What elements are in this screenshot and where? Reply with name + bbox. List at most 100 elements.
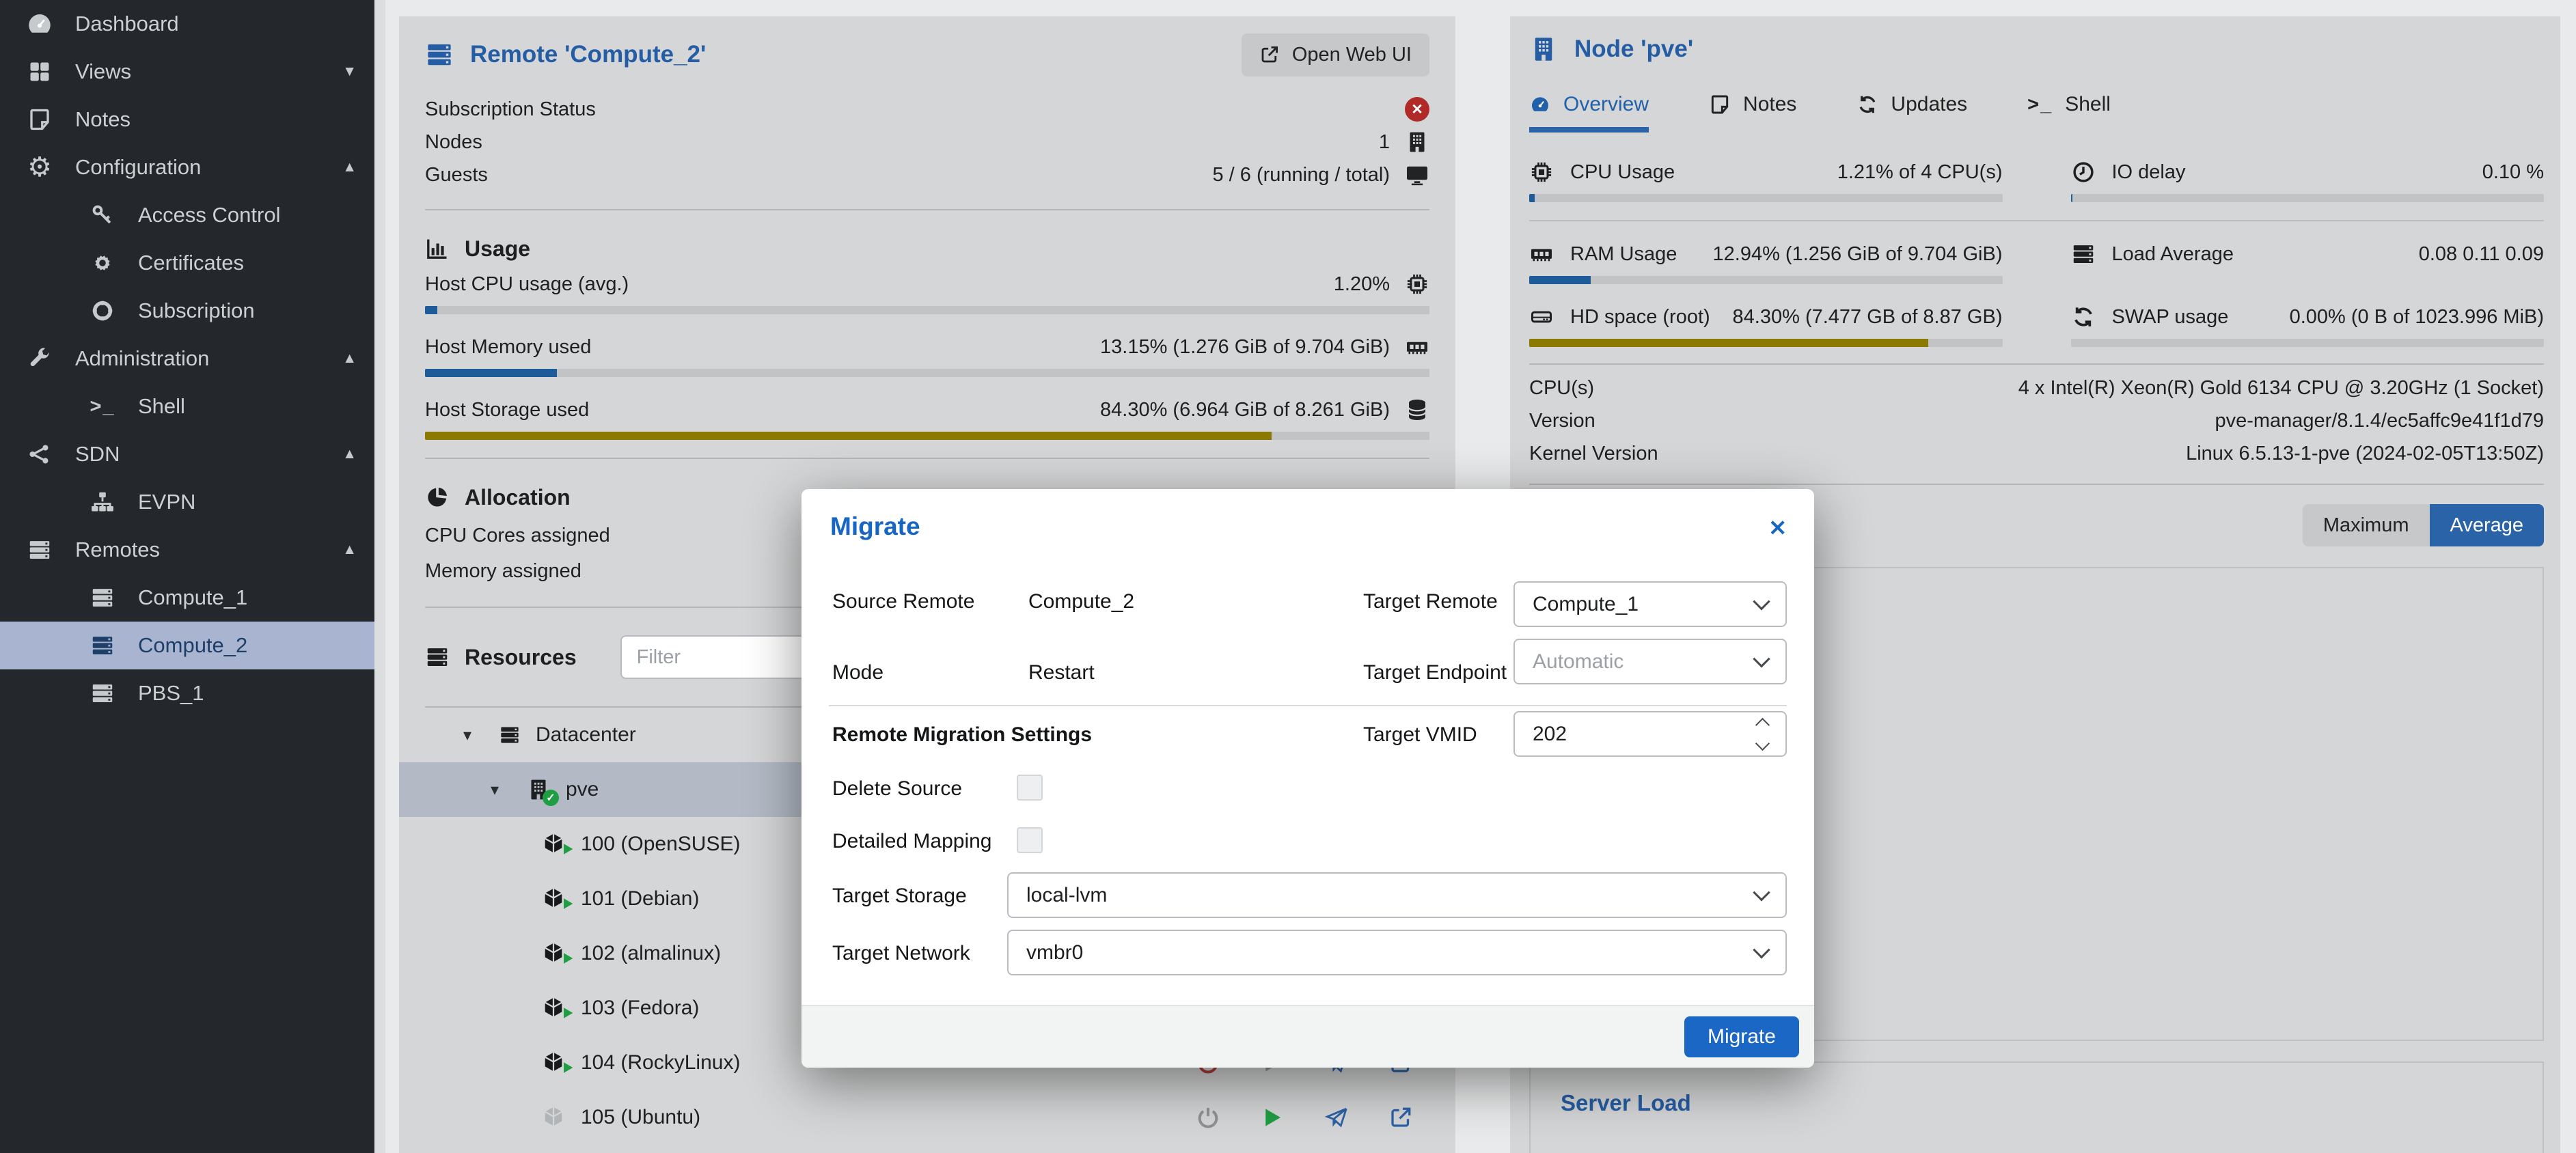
power-icon[interactable] (1196, 1105, 1220, 1130)
sidebar-item-dashboard[interactable]: Dashboard (0, 0, 374, 48)
average-button[interactable]: Average (2430, 504, 2545, 546)
migrate-dialog: Migrate ✕ Source Remote Compute_2 Target… (801, 489, 1814, 1068)
divider (1529, 484, 2544, 485)
migrate-submit-button[interactable]: Migrate (1684, 1016, 1799, 1057)
tab-overview[interactable]: Overview (1529, 93, 1649, 133)
note-icon (23, 107, 56, 132)
sidebar-scrollbar[interactable] (374, 0, 385, 1153)
sidebar-item-label: Shell (138, 394, 185, 419)
target-remote-select[interactable]: Compute_1 (1513, 581, 1787, 627)
sidebar-item-access-control[interactable]: Access Control (0, 191, 374, 239)
sidebar-item-remotes[interactable]: Remotes ▲ (0, 526, 374, 574)
target-storage-select[interactable]: local-lvm (1007, 872, 1787, 918)
chevron-up-icon[interactable]: ▲ (342, 542, 357, 558)
app-window: Dashboard Views ▼ Notes ⚙ Configuration … (0, 0, 2576, 1153)
cpus-value: 4 x Intel(R) Xeon(R) Gold 6134 CPU @ 3.2… (2018, 377, 2544, 400)
dialog-footer: Migrate (801, 1005, 1814, 1068)
chevron-down-icon (1753, 884, 1770, 901)
tree-item-vm-105[interactable]: 105 (Ubuntu) (399, 1090, 1455, 1145)
vm-running-icon (541, 832, 566, 857)
sidebar-item-sdn[interactable]: SDN ▲ (0, 430, 374, 478)
memory-icon (1405, 335, 1429, 359)
tree-item-label: 100 (OpenSUSE) (581, 833, 740, 856)
detailed-mapping-label: Detailed Mapping (832, 830, 991, 853)
close-icon[interactable]: ✕ (1768, 515, 1787, 541)
sidebar-item-compute-2[interactable]: Compute_2 (0, 622, 374, 669)
wrench-icon (23, 346, 56, 371)
kernel-version-row: Kernel Version Linux 6.5.13-1-pve (2024-… (1529, 437, 2544, 470)
chevron-up-icon[interactable]: ▲ (342, 350, 357, 367)
cpu-icon (1529, 160, 1554, 184)
sidebar-item-label: Administration (75, 346, 209, 371)
external-link-icon[interactable] (1388, 1105, 1413, 1130)
spinner-stepper[interactable] (1757, 720, 1768, 749)
node-icon: ✓ (526, 777, 551, 802)
sidebar-item-label: Dashboard (75, 12, 179, 36)
chevron-up-icon[interactable]: ▲ (342, 159, 357, 176)
note-icon (1709, 94, 1731, 115)
hd-space-progress (1529, 339, 2003, 347)
tab-updates[interactable]: Updates (1856, 93, 1967, 133)
load-average-stat: Load Average 0.08 0.11 0.09 (2071, 239, 2545, 284)
network-icon (23, 442, 56, 467)
migrate-icon[interactable] (1324, 1105, 1349, 1130)
server-icon (86, 681, 119, 706)
tab-notes[interactable]: Notes (1709, 93, 1796, 133)
node-tabs: Overview Notes Updates >_ Shell (1529, 93, 2544, 137)
target-endpoint-select[interactable]: Automatic (1513, 639, 1787, 684)
sidebar-item-label: Notes (75, 107, 131, 132)
building-icon (1405, 130, 1429, 154)
tab-shell[interactable]: >_ Shell (2027, 93, 2111, 133)
mode-label: Mode (832, 661, 883, 684)
sidebar-item-notes[interactable]: Notes (0, 96, 374, 143)
sidebar-item-label: Views (75, 59, 131, 84)
play-icon[interactable] (1260, 1105, 1285, 1130)
sidebar-item-configuration[interactable]: ⚙ Configuration ▲ (0, 143, 374, 191)
target-storage-label: Target Storage (832, 885, 967, 908)
sidebar-item-label: Remotes (75, 538, 160, 562)
cpu-usage-progress (1529, 194, 2003, 202)
open-web-ui-button[interactable]: Open Web UI (1242, 33, 1429, 77)
chevron-down-icon[interactable]: ▼ (342, 64, 357, 80)
target-vmid-input[interactable]: 202 (1513, 711, 1787, 757)
sidebar-item-pbs-1[interactable]: PBS_1 (0, 669, 374, 717)
hd-space-value: 84.30% (7.477 GB of 8.87 GB) (1733, 306, 2003, 329)
cpu-usage-value: 1.21% of 4 CPU(s) (1837, 161, 2003, 184)
vm-running-icon (541, 1051, 566, 1075)
sidebar-item-shell[interactable]: >_ Shell (0, 383, 374, 430)
delete-source-checkbox[interactable] (1017, 775, 1043, 801)
sidebar-item-views[interactable]: Views ▼ (0, 48, 374, 96)
server-icon (499, 724, 521, 746)
guests-value: 5 / 6 (running / total) (1212, 164, 1390, 186)
certificate-icon (86, 251, 119, 275)
target-vmid-label: Target VMID (1363, 723, 1477, 747)
terminal-icon: >_ (86, 395, 119, 418)
subscription-status-row: Subscription Status ✕ (425, 93, 1429, 126)
host-storage-value: 84.30% (6.964 GiB of 8.261 GiB) (1100, 399, 1390, 421)
sidebar-item-evpn[interactable]: EVPN (0, 478, 374, 526)
sidebar-item-certificates[interactable]: Certificates (0, 239, 374, 287)
sidebar-item-subscription[interactable]: Subscription (0, 287, 374, 335)
divider (1529, 363, 2544, 365)
external-link-icon (1259, 44, 1280, 65)
sidebar-item-compute-1[interactable]: Compute_1 (0, 574, 374, 622)
gauge-icon (23, 10, 56, 38)
caret-down-icon[interactable]: ▾ (491, 780, 511, 800)
server-load-panel: Server Load (1529, 1061, 2544, 1153)
target-network-select[interactable]: vmbr0 (1007, 930, 1787, 975)
ram-usage-stat: RAM Usage 12.94% (1.256 GiB of 9.704 GiB… (1529, 239, 2003, 284)
divider (425, 458, 1429, 459)
server-load-heading: Server Load (1561, 1090, 2512, 1116)
maximum-button[interactable]: Maximum (2303, 504, 2430, 546)
caret-down-icon[interactable]: ▾ (463, 725, 484, 745)
chevron-up-icon[interactable]: ▲ (342, 446, 357, 462)
dialog-title: Migrate (830, 512, 920, 541)
tree-item-label: Datacenter (536, 723, 636, 747)
tree-item-label: 103 (Fedora) (581, 997, 699, 1020)
sidebar-item-label: Certificates (138, 251, 244, 275)
host-cpu-usage-value: 1.20% (1334, 273, 1390, 296)
sidebar-item-label: Compute_1 (138, 585, 247, 610)
detailed-mapping-checkbox[interactable] (1017, 827, 1043, 853)
sidebar-item-administration[interactable]: Administration ▲ (0, 335, 374, 383)
host-cpu-progress (425, 306, 1429, 314)
